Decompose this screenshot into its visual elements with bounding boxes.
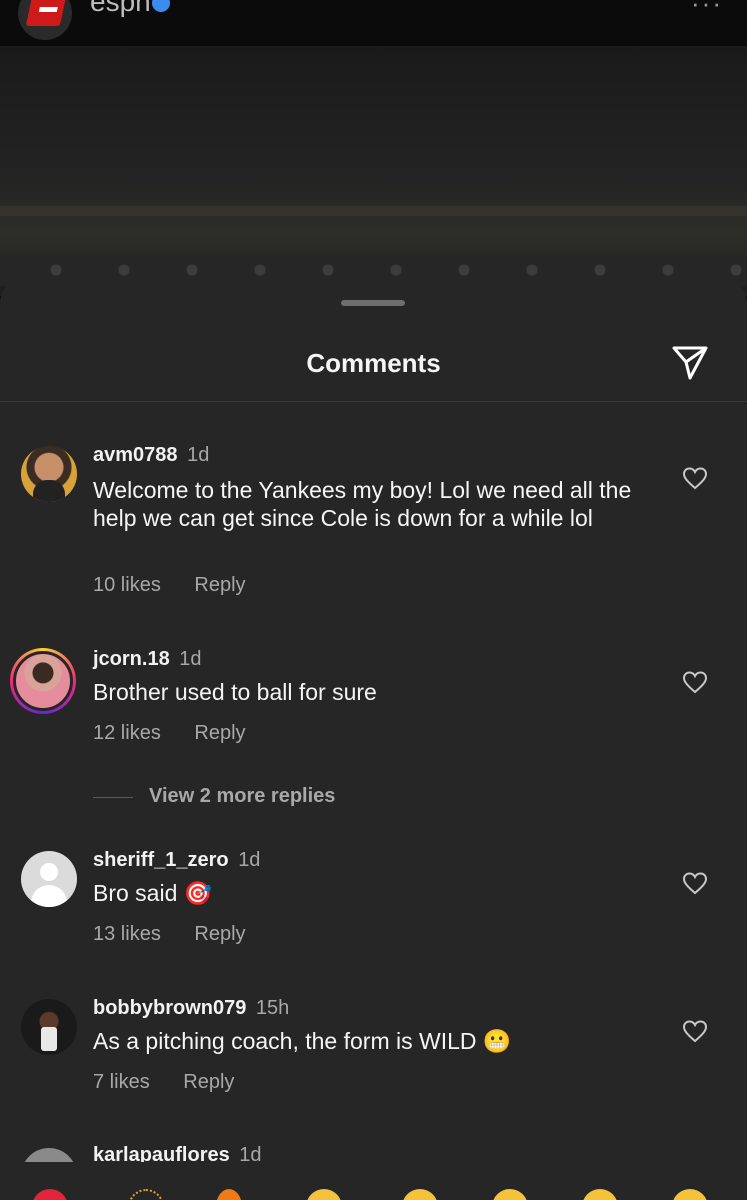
comment-actions: 12 likes Reply: [93, 722, 274, 745]
post-header: espn ···: [0, 0, 747, 46]
reply-button[interactable]: Reply: [194, 923, 245, 946]
more-options-icon[interactable]: ···: [691, 0, 723, 19]
comment-time: 1d: [179, 648, 202, 670]
avatar[interactable]: [21, 1148, 77, 1162]
heart-outline-icon[interactable]: [682, 1019, 708, 1043]
reaction-clap-icon[interactable]: [306, 1189, 342, 1200]
avatar-head: [40, 863, 58, 881]
view-more-replies[interactable]: View 2 more replies: [93, 785, 335, 808]
comment-time: 1d: [238, 849, 261, 871]
likes-count[interactable]: 12 likes: [93, 722, 161, 745]
avatar-jersey: [41, 1027, 57, 1051]
reaction-sad-icon[interactable]: [402, 1189, 438, 1200]
likes-count[interactable]: 10 likes: [93, 574, 161, 597]
verified-badge-icon: [152, 0, 170, 12]
sheet-divider: [0, 401, 747, 402]
default-avatar[interactable]: [21, 851, 77, 907]
reaction-surprised-icon[interactable]: [582, 1189, 618, 1200]
heart-outline-icon[interactable]: [682, 871, 708, 895]
comment-text: Welcome to the Yankees my boy! Lol we ne…: [93, 477, 632, 531]
sheet-title: Comments: [306, 348, 441, 378]
post-username[interactable]: espn: [90, 0, 151, 18]
comment-actions: 10 likes Reply: [93, 574, 274, 597]
comment-meta: sheriff_1_zero 1d: [93, 849, 260, 872]
heart-outline-icon[interactable]: [682, 670, 708, 694]
story-ring-avatar[interactable]: [10, 648, 76, 714]
comment-time: 15h: [255, 997, 290, 1019]
send-icon[interactable]: [668, 342, 712, 382]
reply-button[interactable]: Reply: [183, 1071, 234, 1094]
view-more-replies-label[interactable]: View 2 more replies: [149, 785, 335, 807]
avatar-body: [31, 885, 67, 907]
comment-meta: karlapauflores 1d: [93, 1146, 262, 1162]
comment-text: Brother used to ball for sure: [93, 679, 377, 705]
heart-outline-icon[interactable]: [682, 466, 708, 490]
comment-text: As a pitching coach, the form is WILD 😬: [93, 1028, 512, 1054]
reaction-heart-icon[interactable]: [32, 1189, 68, 1200]
comments-sheet: Comments avm0788 1d Welcome to the Yanke…: [0, 280, 747, 1200]
drag-handle[interactable]: [341, 300, 405, 306]
quick-reactions-bar: [0, 1183, 747, 1200]
likes-count[interactable]: 13 likes: [93, 923, 161, 946]
comment-item: karlapauflores 1d: [0, 1146, 747, 1162]
comment-actions: 13 likes Reply: [93, 923, 274, 946]
avatar-shirt: [33, 480, 65, 502]
reaction-fire-icon[interactable]: [216, 1189, 242, 1200]
comment-time: 1d: [239, 1146, 262, 1162]
comment-meta: jcorn.18 1d: [93, 648, 202, 671]
comment-text: Bro said 🎯: [93, 880, 213, 906]
comment-username[interactable]: avm0788: [93, 444, 178, 466]
avatar[interactable]: [21, 999, 77, 1055]
espn-logo: [25, 0, 67, 26]
espn-avatar[interactable]: [18, 0, 72, 40]
likes-count[interactable]: 7 likes: [93, 1071, 150, 1094]
comment-actions: 7 likes Reply: [93, 1071, 262, 1094]
reply-button[interactable]: Reply: [194, 574, 245, 597]
reply-button[interactable]: Reply: [194, 722, 245, 745]
comment-username[interactable]: sheriff_1_zero: [93, 849, 229, 871]
reaction-laugh-icon[interactable]: [672, 1189, 708, 1200]
stadium-band: [0, 206, 747, 216]
comment-meta: bobbybrown079 15h: [93, 997, 289, 1020]
stadium-lights: [0, 260, 747, 280]
comment-username[interactable]: karlapauflores: [93, 1146, 230, 1162]
comment-username[interactable]: bobbybrown079: [93, 997, 246, 1019]
reaction-raised-hands-icon[interactable]: [128, 1189, 164, 1200]
post-image: [0, 46, 747, 296]
avatar[interactable]: [21, 446, 77, 502]
comment-meta: avm0788 1d: [93, 444, 209, 467]
avatar-image: [13, 651, 73, 711]
reaction-heart-eyes-icon[interactable]: [492, 1189, 528, 1200]
comment-time: 1d: [187, 444, 210, 466]
comment-username[interactable]: jcorn.18: [93, 648, 170, 670]
